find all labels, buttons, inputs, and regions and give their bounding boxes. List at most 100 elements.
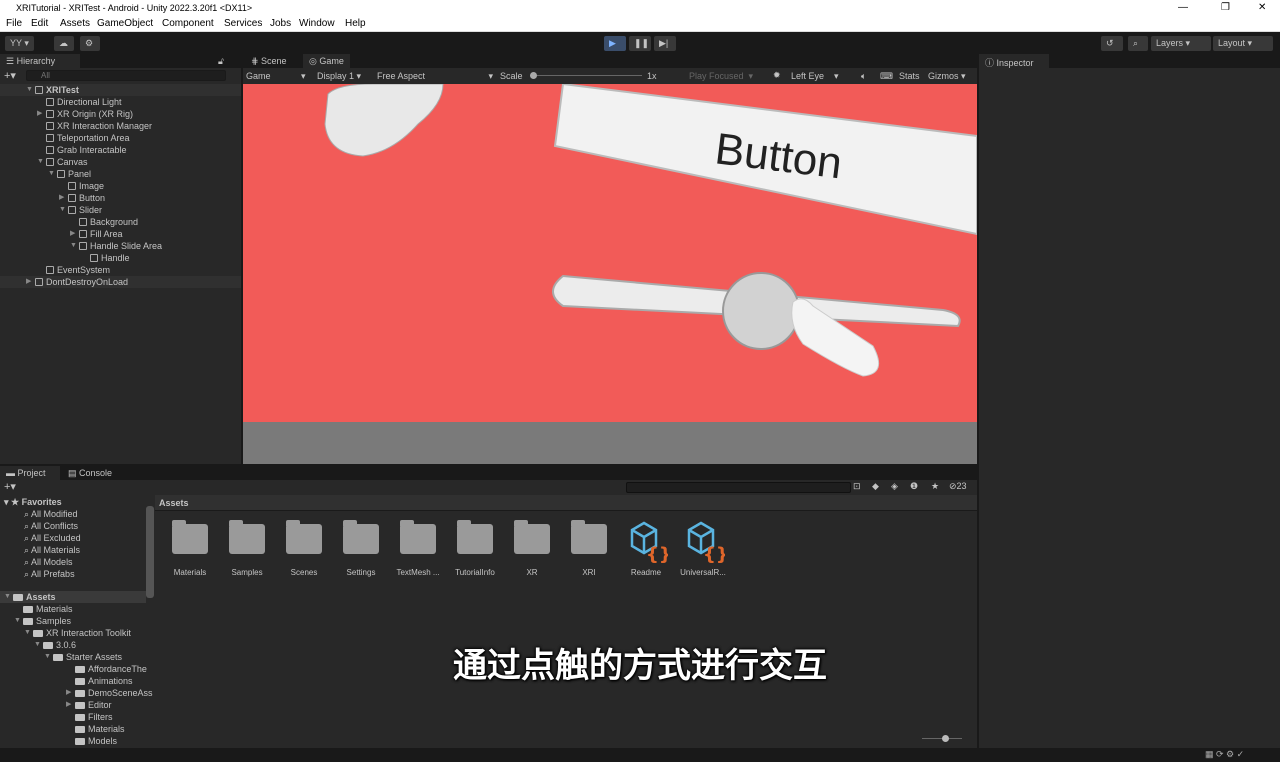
project-tree-item[interactable]: ▶ Editor xyxy=(0,699,146,711)
hierarchy-item[interactable]: ▶ Fill Area xyxy=(0,228,241,240)
hierarchy-item[interactable]: ▼ Panel xyxy=(0,168,241,180)
layout-dropdown[interactable]: Layout ▾ xyxy=(1213,36,1273,51)
expand-arrow-icon[interactable]: ▼ xyxy=(26,84,33,96)
asset-item[interactable]: Samples xyxy=(219,520,275,577)
bug-icon[interactable]: ✹ xyxy=(773,70,781,81)
menu-component[interactable]: Component xyxy=(162,18,214,29)
filter-label-icon[interactable]: ◆ xyxy=(872,481,879,492)
breadcrumb-assets[interactable]: Assets xyxy=(159,498,189,508)
gizmos-dropdown[interactable]: Gizmos ▾ xyxy=(928,71,966,82)
asset-item[interactable]: {} UniversalR... xyxy=(675,520,731,577)
display-dropdown[interactable]: Display 1 ▾ xyxy=(317,71,361,82)
keyboard-icon[interactable]: ⌨ xyxy=(880,71,893,82)
asset-item[interactable]: Settings xyxy=(333,520,389,577)
hierarchy-item[interactable]: Teleportation Area xyxy=(0,132,241,144)
expand-arrow-icon[interactable]: ▼ xyxy=(4,591,11,603)
tab-console[interactable]: ▤ Console xyxy=(62,466,118,480)
hierarchy-item[interactable]: ▼ Slider xyxy=(0,204,241,216)
game-viewport[interactable]: Button xyxy=(243,84,977,464)
lock-icon[interactable]: 🔓︎ xyxy=(212,54,230,68)
hierarchy-item[interactable]: Image xyxy=(0,180,241,192)
project-search-input[interactable] xyxy=(626,482,851,493)
asset-item[interactable]: XRI xyxy=(561,520,617,577)
hierarchy-item[interactable]: ▶ Button xyxy=(0,192,241,204)
hierarchy-item[interactable]: ▶ DontDestroyOnLoad xyxy=(0,276,241,288)
hierarchy-item[interactable]: ▼ Handle Slide Area xyxy=(0,240,241,252)
menu-assets[interactable]: Assets xyxy=(60,18,90,29)
play-focused-dropdown[interactable]: Play Focused ▾ xyxy=(689,71,753,82)
tab-game[interactable]: ◎ Game xyxy=(303,54,350,68)
hierarchy-item[interactable]: XR Interaction Manager xyxy=(0,120,241,132)
account-dropdown[interactable]: YY ▾ xyxy=(5,36,34,51)
hierarchy-item[interactable]: Directional Light xyxy=(0,96,241,108)
expand-arrow-icon[interactable]: ▼ xyxy=(70,240,77,252)
collab-icon[interactable]: ⚙ xyxy=(80,36,100,51)
asset-item[interactable]: Scenes xyxy=(276,520,332,577)
favorite-item[interactable]: ⌕ All Materials xyxy=(24,544,80,556)
project-tree-item[interactable]: Filters xyxy=(0,711,146,723)
tab-inspector[interactable]: ⓘ Inspector xyxy=(979,54,1049,68)
icon-size-slider[interactable] xyxy=(922,735,962,742)
tab-scene[interactable]: ⋕ Scene xyxy=(245,54,293,68)
expand-arrow-icon[interactable]: ▶ xyxy=(26,276,31,288)
slider-handle[interactable] xyxy=(722,272,800,350)
expand-arrow-icon[interactable]: ▶ xyxy=(59,192,64,204)
info-icon[interactable]: ❶ xyxy=(910,481,918,492)
maximize-button[interactable]: ❐ xyxy=(1221,2,1230,13)
minimize-button[interactable]: — xyxy=(1178,2,1188,13)
hierarchy-item[interactable]: ▼ Canvas xyxy=(0,156,241,168)
expand-arrow-icon[interactable]: ▼ xyxy=(59,204,66,216)
pause-button[interactable]: ❚❚ xyxy=(629,36,651,51)
play-button[interactable]: ▶ xyxy=(604,36,626,51)
scale-slider[interactable] xyxy=(530,72,642,79)
hierarchy-item[interactable]: EventSystem xyxy=(0,264,241,276)
expand-arrow-icon[interactable]: ▼ xyxy=(48,168,55,180)
project-tree-item[interactable]: Materials xyxy=(0,723,146,735)
project-tree-item[interactable]: Models xyxy=(0,735,146,747)
scale-slider-handle[interactable] xyxy=(530,72,537,79)
audio-icon[interactable]: 🔈︎ xyxy=(861,71,866,82)
hierarchy-search-input[interactable] xyxy=(26,70,226,81)
aspect-dropdown[interactable]: Free Aspect ▾ xyxy=(377,71,493,81)
cloud-icon[interactable]: ☁ xyxy=(54,36,74,51)
expand-arrow-icon[interactable]: ▶ xyxy=(66,699,71,711)
favorites-header[interactable]: ▾ ★ Favorites xyxy=(4,496,62,508)
eye-dropdown[interactable]: Left Eye ▾ xyxy=(791,71,839,82)
project-tree-item[interactable]: ▼ Samples xyxy=(0,615,146,627)
stats-button[interactable]: Stats xyxy=(899,71,920,81)
hierarchy-item[interactable]: ▼ XRITest xyxy=(0,84,241,96)
menu-gameobject[interactable]: GameObject xyxy=(97,18,153,29)
hidden-packages-toggle[interactable]: ⊘23 xyxy=(949,481,967,492)
menu-file[interactable]: File xyxy=(6,18,22,29)
history-icon[interactable]: ↺ xyxy=(1101,36,1123,51)
tag-icon[interactable]: ◈ xyxy=(891,481,898,492)
expand-arrow-icon[interactable]: ▶ xyxy=(37,108,42,120)
expand-arrow-icon[interactable]: ▶ xyxy=(66,687,71,699)
menu-window[interactable]: Window xyxy=(299,18,335,29)
expand-arrow-icon[interactable]: ▼ xyxy=(37,156,44,168)
menu-services[interactable]: Services xyxy=(224,18,262,29)
asset-item[interactable]: TutorialInfo xyxy=(447,520,503,577)
create-button[interactable]: +▾ xyxy=(4,480,16,493)
step-button[interactable]: ▶| xyxy=(654,36,676,51)
tab-project[interactable]: ▬ Project xyxy=(0,466,60,480)
filter-type-icon[interactable]: ⊡ xyxy=(853,481,861,492)
favorite-item[interactable]: ⌕ All Models xyxy=(24,556,73,568)
favorite-item[interactable]: ⌕ All Conflicts xyxy=(24,520,78,532)
hierarchy-item[interactable]: Background xyxy=(0,216,241,228)
star-icon[interactable]: ★ xyxy=(931,481,939,492)
hierarchy-item[interactable]: Handle xyxy=(0,252,241,264)
project-tree-item[interactable]: ▶ DemoSceneAss xyxy=(0,687,153,699)
menu-jobs[interactable]: Jobs xyxy=(270,18,291,29)
project-tree-item[interactable]: Materials xyxy=(0,603,146,615)
close-button[interactable]: ✕ xyxy=(1258,2,1266,13)
menu-help[interactable]: Help xyxy=(345,18,366,29)
asset-item[interactable]: XR xyxy=(504,520,560,577)
menu-edit[interactable]: Edit xyxy=(31,18,48,29)
add-button[interactable]: +▾ xyxy=(4,69,16,82)
hierarchy-item[interactable]: Grab Interactable xyxy=(0,144,241,156)
search-icon[interactable]: ⌕ xyxy=(1128,36,1148,51)
favorite-item[interactable]: ⌕ All Modified xyxy=(24,508,78,520)
favorite-item[interactable]: ⌕ All Prefabs xyxy=(24,568,75,580)
asset-item[interactable]: {} Readme xyxy=(618,520,674,577)
